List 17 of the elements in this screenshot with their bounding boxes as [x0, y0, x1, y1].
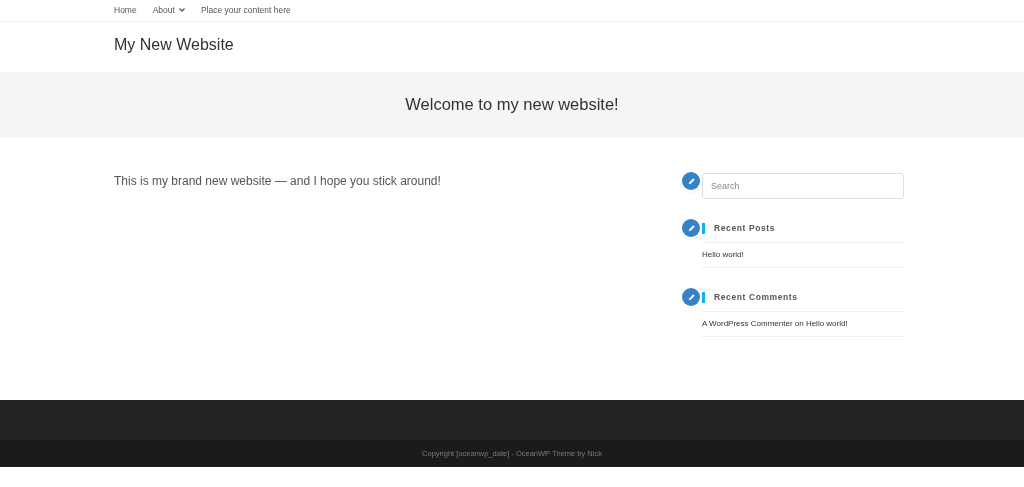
nav-link[interactable]: Place your content here — [200, 0, 291, 20]
content-text: This is my brand new website — and I hope you stick around! — [114, 173, 441, 190]
post-link[interactable]: Hello world! — [805, 319, 848, 328]
pencil-icon[interactable] — [682, 172, 700, 190]
widget-title: Recent Comments — [702, 292, 904, 303]
pencil-icon[interactable] — [682, 288, 700, 306]
comment-text: A WordPress Commenter on Hello world! — [702, 312, 904, 337]
pencil-icon[interactable] — [682, 219, 700, 237]
caret-icon — [178, 8, 185, 12]
nav-link[interactable]: About — [152, 0, 185, 20]
nav-link[interactable]: Home — [114, 0, 137, 20]
author-link[interactable]: A WordPress Commenter — [702, 319, 793, 328]
widget-title: Recent Posts — [702, 223, 904, 234]
site-title[interactable]: My New Website — [114, 37, 904, 53]
search-field[interactable]: Search — [702, 173, 904, 199]
page-title: Welcome to my new website! — [405, 95, 619, 115]
post-link[interactable]: Hello world! — [702, 250, 744, 259]
